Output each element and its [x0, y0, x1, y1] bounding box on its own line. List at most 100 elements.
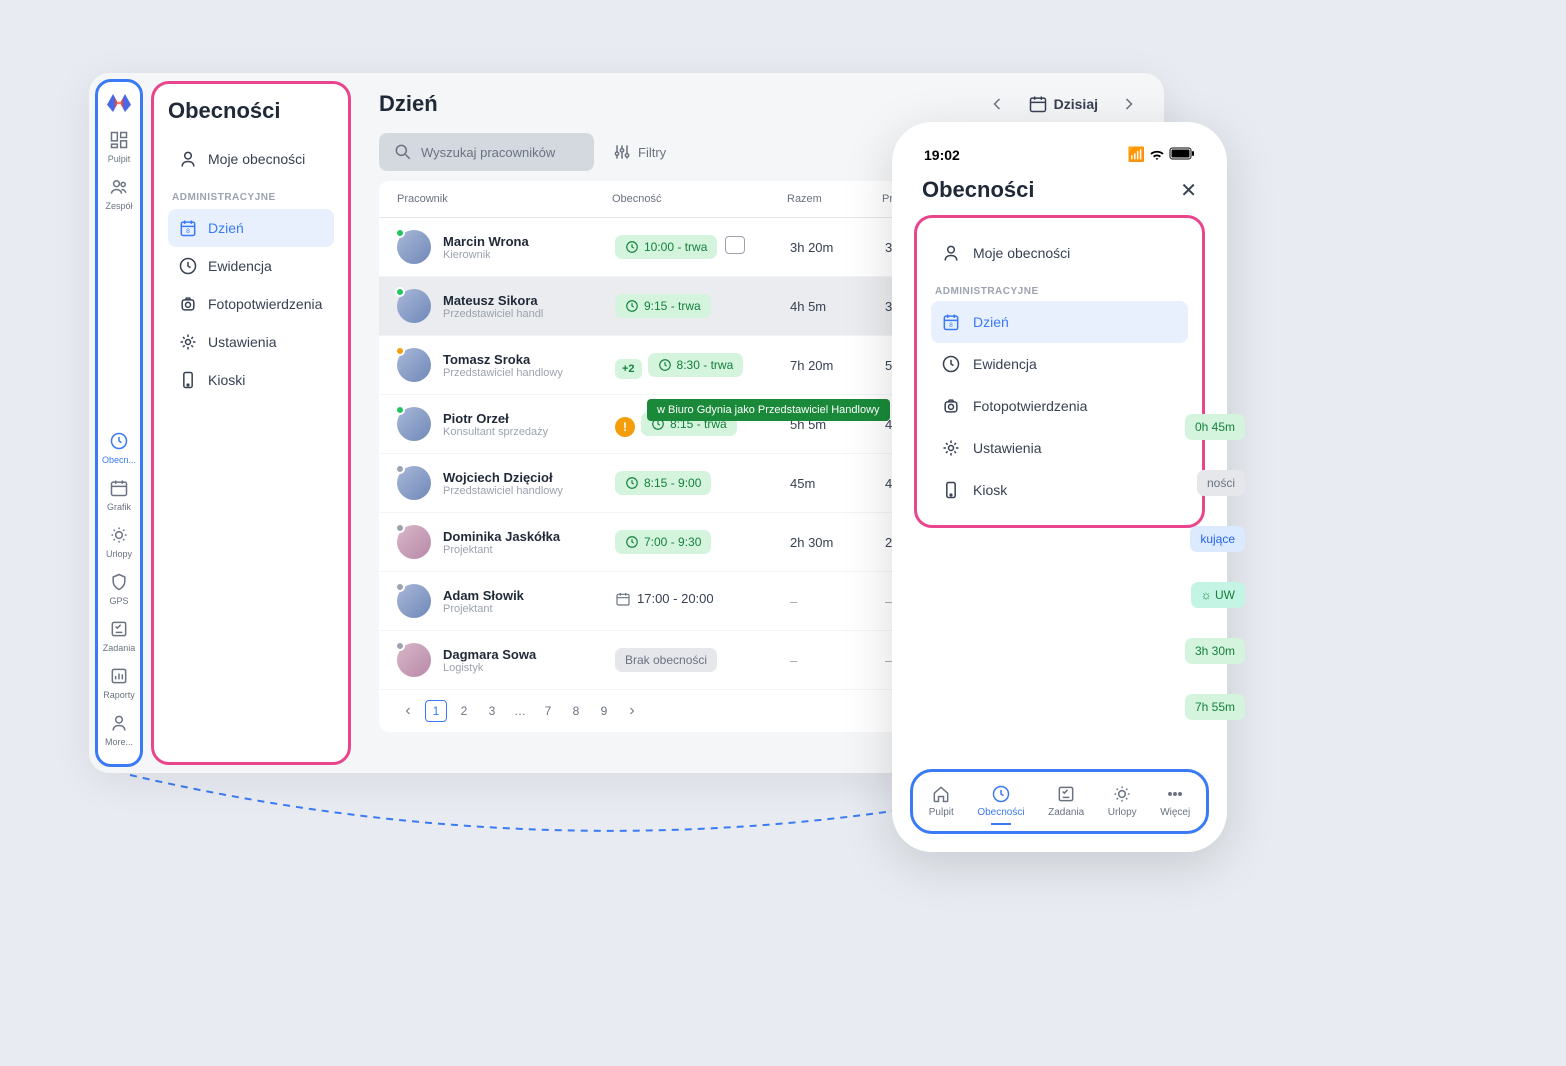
sidebar-item-4[interactable]: Kioski: [168, 361, 334, 399]
page-3[interactable]: 3: [481, 700, 503, 722]
phone-mockup: 19:02 📶 Obecności ✕ Moje obecności ADMIN…: [892, 122, 1227, 852]
calendar-icon: [1028, 94, 1048, 114]
nav-rail: Pulpit Zespół Obecn... Grafik Urlopy GPS…: [95, 79, 143, 767]
tab-urlopy[interactable]: Urlopy: [1104, 782, 1141, 827]
svg-text:8: 8: [949, 322, 953, 329]
checklist-icon: [108, 618, 130, 640]
page-2[interactable]: 2: [453, 700, 475, 722]
page-9[interactable]: 9: [593, 700, 615, 722]
close-button[interactable]: ✕: [1180, 178, 1197, 203]
tab-icon: [991, 784, 1011, 804]
side-chip: ☼ UW: [1191, 582, 1245, 608]
tab-icon: [1165, 784, 1185, 804]
menu-icon: [178, 256, 198, 276]
filter-icon: [612, 142, 632, 162]
avatar: [397, 466, 431, 500]
tab-icon: [1056, 784, 1076, 804]
tab-zadania[interactable]: Zadania: [1044, 782, 1088, 827]
status-bar: 19:02 📶: [902, 132, 1217, 171]
chart-icon: [108, 665, 130, 687]
page-next[interactable]: [621, 700, 643, 722]
tab-obecności[interactable]: Obecności: [973, 782, 1028, 827]
presence-tooltip: w Biuro Gdynia jako Przedstawiciel Handl…: [647, 399, 890, 421]
avatar: [397, 230, 431, 264]
app-logo: [107, 94, 131, 112]
prev-arrow[interactable]: [982, 89, 1012, 119]
pm-my-presence[interactable]: Moje obecności: [931, 232, 1188, 274]
page-prev[interactable]: [397, 700, 419, 722]
avatar: [397, 407, 431, 441]
svg-text:8: 8: [186, 228, 190, 235]
side-chip: ności: [1197, 470, 1245, 496]
search-input[interactable]: Wyszukaj pracowników: [379, 133, 594, 171]
tab-icon: [1112, 784, 1132, 804]
battery-icon: [1169, 147, 1195, 163]
menu-icon: 8: [941, 312, 961, 332]
phone-menu-item-2[interactable]: Fotopotwierdzenia: [931, 385, 1188, 427]
pm-section: ADMINISTRACYJNE: [935, 286, 1184, 297]
side-title: Obecności: [168, 98, 334, 124]
phone-menu: Moje obecności ADMINISTRACYJNE 8DzieńEwi…: [914, 215, 1205, 528]
section-label: ADMINISTRACYJNE: [172, 192, 330, 203]
sidebar-item-1[interactable]: Ewidencja: [168, 247, 334, 285]
nav-obecnosci[interactable]: Obecn...: [98, 425, 140, 470]
phone-menu-item-0[interactable]: 8Dzień: [931, 301, 1188, 343]
nav-urlopy[interactable]: Urlopy: [98, 519, 140, 564]
tab-icon: [931, 784, 951, 804]
avatar: [397, 348, 431, 382]
nav-raporty[interactable]: Raporty: [98, 660, 140, 705]
menu-my-presence[interactable]: Moje obecności: [168, 140, 334, 178]
side-chips: 0h 45m ności kujące ☼ UW 3h 30m 7h 55m: [1185, 414, 1245, 720]
menu-icon: [941, 480, 961, 500]
avatar: [397, 643, 431, 677]
nav-zespol[interactable]: Zespół: [98, 171, 140, 216]
phone-menu-item-1[interactable]: Ewidencja: [931, 343, 1188, 385]
user-icon: [178, 149, 198, 169]
calendar-icon: [108, 477, 130, 499]
phone-tabbar: Pulpit Obecności Zadania Urlopy Więcej: [910, 769, 1209, 834]
side-panel: Obecności Moje obecności ADMINISTRACYJNE…: [151, 81, 351, 765]
menu-icon: [178, 370, 198, 390]
menu-icon: [178, 294, 198, 314]
nav-grafik[interactable]: Grafik: [98, 472, 140, 517]
wifi-icon: [1149, 147, 1165, 163]
today-button[interactable]: Dzisiaj: [1028, 94, 1098, 114]
next-arrow[interactable]: [1114, 89, 1144, 119]
menu-icon: [941, 396, 961, 416]
side-chip: 0h 45m: [1185, 414, 1245, 440]
menu-icon: [178, 332, 198, 352]
phone-menu-item-4[interactable]: Kiosk: [931, 469, 1188, 511]
side-chip: 3h 30m: [1185, 638, 1245, 664]
nav-gps[interactable]: GPS: [98, 566, 140, 611]
menu-icon: 8: [178, 218, 198, 238]
menu-icon: [941, 438, 961, 458]
side-chip: 7h 55m: [1185, 694, 1245, 720]
page-7[interactable]: 7: [537, 700, 559, 722]
phone-title: Obecności: [922, 177, 1034, 203]
nav-more[interactable]: More...: [98, 707, 140, 752]
page-8[interactable]: 8: [565, 700, 587, 722]
tab-pulpit[interactable]: Pulpit: [925, 782, 958, 827]
phone-time: 19:02: [924, 147, 960, 163]
sun-icon: [108, 524, 130, 546]
page-…: …: [509, 700, 531, 722]
main-title: Dzień: [379, 91, 966, 117]
signal-icon: 📶: [1128, 146, 1145, 163]
shield-icon: [108, 571, 130, 593]
avatar: [397, 584, 431, 618]
avatar: [397, 289, 431, 323]
dashboard-icon: [108, 129, 130, 151]
side-chip: kujące: [1190, 526, 1245, 552]
user-icon: [941, 243, 961, 263]
page-1[interactable]: 1: [425, 700, 447, 722]
nav-zadania[interactable]: Zadania: [98, 613, 140, 658]
sidebar-item-0[interactable]: 8Dzień: [168, 209, 334, 247]
sidebar-item-3[interactable]: Ustawienia: [168, 323, 334, 361]
search-icon: [393, 142, 413, 162]
menu-icon: [941, 354, 961, 374]
sidebar-item-2[interactable]: Fotopotwierdzenia: [168, 285, 334, 323]
filters-button[interactable]: Filtry: [612, 142, 666, 162]
nav-pulpit[interactable]: Pulpit: [98, 124, 140, 169]
phone-menu-item-3[interactable]: Ustawienia: [931, 427, 1188, 469]
tab-więcej[interactable]: Więcej: [1156, 782, 1194, 827]
